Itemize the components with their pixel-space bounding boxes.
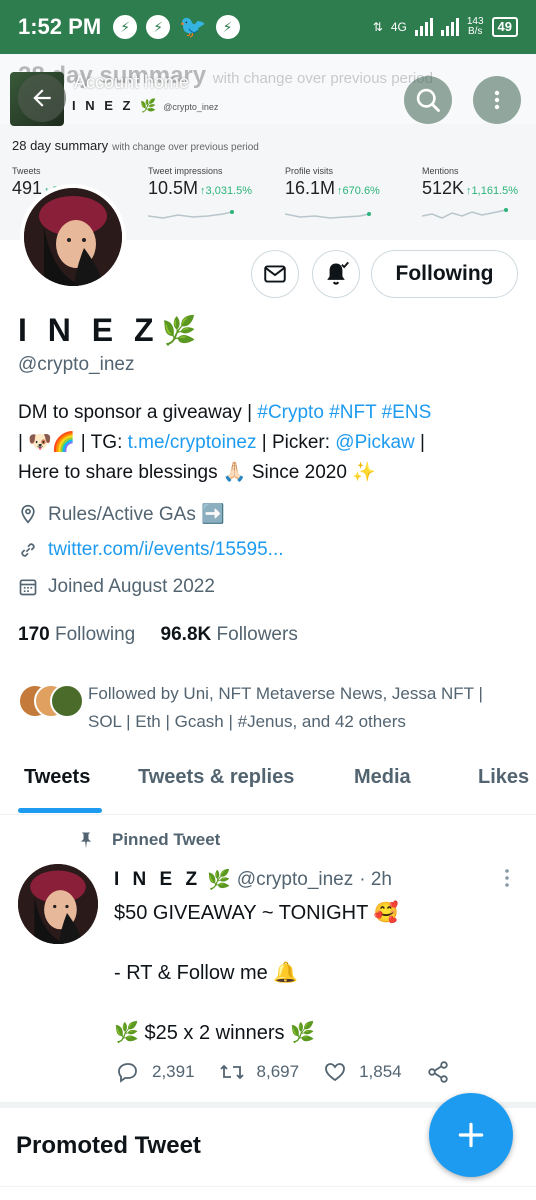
calendar-icon [19, 579, 37, 596]
avatar-image [24, 188, 122, 286]
pin-icon [81, 832, 91, 849]
status-time: 1:52 PM [18, 14, 102, 39]
profile-avatar[interactable] [20, 184, 126, 290]
stat-impressions: Tweet impressions 10.5M ↑3,031.5% [148, 166, 253, 198]
messenger-icon: ⚡ [113, 15, 138, 39]
search-button[interactable] [404, 76, 452, 124]
heart-icon [325, 1063, 345, 1082]
sparkline-impressions [148, 210, 234, 219]
tweet-author-handle[interactable]: @crypto_inez [237, 869, 353, 891]
followed-by[interactable]: Followed by Uni, NFT Metaverse News, Jes… [18, 680, 518, 736]
followers-count-link[interactable]: 96.8K Followers [161, 624, 298, 645]
profile-joined: Joined August 2022 [18, 576, 215, 598]
share-button[interactable] [426, 1060, 450, 1084]
tweet-more-button[interactable] [500, 866, 514, 895]
bio-hashtags[interactable]: #Crypto #NFT #ENS [257, 402, 431, 423]
profile-bio: DM to sponsor a giveaway | #Crypto #NFT … [18, 402, 432, 483]
tab-tweets[interactable]: Tweets [24, 756, 90, 789]
account-home-label: Account home [74, 72, 190, 92]
leaf-emoji: 🌿 [207, 870, 231, 891]
sparkline-mentions [422, 208, 508, 219]
notifications-button[interactable] [312, 250, 360, 298]
stat-mentions: Mentions 512K ↑1,161.5% [422, 166, 519, 198]
mutual-avatars [18, 684, 88, 724]
summary-title: 28 day summary with change over previous … [12, 138, 259, 153]
reply-icon [118, 1063, 137, 1083]
tabs-divider [0, 814, 536, 815]
profile-handle: @crypto_inez [18, 354, 135, 375]
compose-tweet-button[interactable] [429, 1093, 513, 1177]
banner-brand: I N E Z 🌿 @crypto_inez [72, 98, 219, 113]
retweet-button[interactable]: 8,697 [219, 1060, 299, 1084]
promoted-tweet-heading: Promoted Tweet [16, 1132, 201, 1159]
tweet-author-name[interactable]: I N E Z [114, 869, 201, 891]
more-vertical-icon [494, 90, 500, 110]
bell-check-icon [327, 261, 349, 285]
arrow-left-icon [33, 89, 51, 107]
link-icon [21, 543, 35, 557]
messenger-icon: ⚡ [215, 15, 240, 39]
status-indicators: ⇅ 4G 143 B/s 49 [373, 17, 518, 37]
mutual-avatar [50, 684, 84, 718]
tweet-time: · 2h [359, 869, 392, 890]
leaf-emoji: 🌿 [161, 315, 197, 346]
tab-tweets-replies[interactable]: Tweets & replies [138, 756, 294, 789]
following-count-link[interactable]: 170 Following [18, 624, 135, 645]
display-name: I N E Z 🌿 [18, 312, 197, 348]
tweet-header: I N E Z 🌿 @crypto_inez · 2h [114, 868, 392, 892]
follow-counts: 170 Following 96.8K Followers [18, 624, 298, 646]
tweet-avatar[interactable] [18, 864, 98, 944]
signal-icon [440, 18, 459, 36]
twitter-icon: 🐦 [179, 14, 207, 39]
profile-location: Rules/Active GAs ➡️ [18, 502, 225, 526]
plus-icon [458, 1122, 484, 1148]
profile-website[interactable]: twitter.com/i/events/15595... [18, 539, 284, 561]
tab-media[interactable]: Media [354, 756, 411, 789]
like-button[interactable]: 1,854 [323, 1060, 402, 1084]
followed-by-text: Followed by Uni, NFT Metaverse News, Jes… [88, 684, 483, 731]
retweet-icon [219, 1064, 244, 1080]
more-options-button[interactable] [473, 76, 521, 124]
bio-telegram-link[interactable]: t.me/cryptoinez [128, 432, 257, 453]
more-vertical-icon [505, 869, 509, 887]
signal-icon [414, 18, 433, 36]
pinned-label: Pinned Tweet [76, 830, 220, 850]
net-speed: 143 B/s [466, 16, 484, 37]
status-bar: 1:52 PM ⚡ ⚡ 🐦 ⚡ ⇅ 4G 143 B/s 49 [0, 0, 536, 54]
reply-button[interactable]: 2,391 [116, 1060, 195, 1084]
search-icon [416, 88, 440, 112]
messenger-icon: ⚡ [146, 15, 171, 39]
tweet-text: $50 GIVEAWAY ~ TONIGHT 🥰 - RT & Follow m… [114, 902, 399, 1044]
share-icon [427, 1061, 448, 1083]
following-button[interactable]: Following [371, 250, 518, 298]
battery-indicator: 49 [491, 17, 518, 37]
back-button[interactable] [18, 74, 66, 122]
tweet-actions: 2,391 8,697 1,854 [116, 1060, 474, 1084]
mail-icon [264, 265, 286, 283]
bio-mention-pickaw[interactable]: @Pickaw [335, 432, 414, 453]
location-pin-icon [21, 504, 35, 524]
stat-profile-visits: Profile visits 16.1M ↑670.6% [285, 166, 380, 198]
bottom-edge [0, 1186, 536, 1200]
sparkline-profile-visits [285, 212, 371, 219]
tab-likes[interactable]: Likes [478, 756, 529, 789]
active-tab-indicator [18, 808, 102, 813]
avatar-image [18, 864, 98, 944]
message-button[interactable] [251, 250, 299, 298]
network-type: 4G [390, 20, 407, 34]
data-transfer-icon: ⇅ [372, 20, 383, 34]
profile-tabs: Tweets Tweets & replies Media Likes [0, 756, 536, 814]
